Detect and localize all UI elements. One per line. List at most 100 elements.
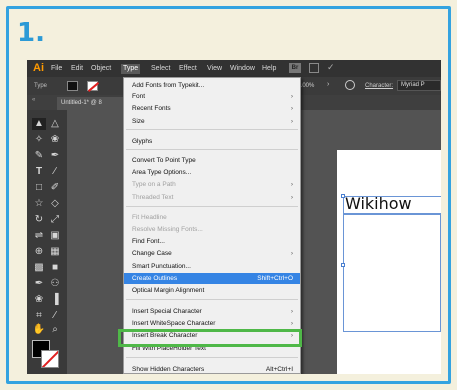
hand-tool-icon[interactable]: ✋ bbox=[32, 324, 46, 336]
type-tool-icon[interactable]: T bbox=[32, 166, 46, 178]
menu-window[interactable]: Window bbox=[230, 65, 255, 72]
gradient-tool-icon[interactable]: ■ bbox=[48, 262, 62, 274]
brush-icon[interactable]: ✓ bbox=[327, 62, 337, 72]
menu-item-label: Fit Headline bbox=[132, 214, 167, 221]
document-tab[interactable]: Untitled-1* @ 8 bbox=[57, 97, 127, 110]
type-menu-item: Threaded Text › bbox=[124, 192, 300, 203]
menu-item-label: Insert WhiteSpace Character bbox=[132, 320, 216, 327]
type-menu-item[interactable]: Convert To Point Type bbox=[124, 155, 300, 166]
submenu-arrow-icon: › bbox=[290, 320, 293, 327]
slice-tool-icon[interactable]: ∕ bbox=[48, 310, 62, 322]
control-bar-label: Type bbox=[34, 83, 48, 89]
blend-tool-icon[interactable]: ⚇ bbox=[48, 278, 62, 290]
font-field[interactable]: Myriad P bbox=[397, 80, 441, 91]
type-menu-item[interactable]: Add Fonts from Typekit... bbox=[124, 80, 300, 91]
menu-separator bbox=[126, 206, 298, 207]
pen-tool-icon[interactable]: ✎ bbox=[32, 150, 46, 162]
menu-item-label: Size bbox=[132, 118, 145, 125]
collapse-icon[interactable]: « bbox=[32, 97, 35, 103]
menu-view[interactable]: View bbox=[207, 65, 222, 72]
submenu-arrow-icon: › bbox=[290, 308, 293, 315]
curvature-tool-icon[interactable]: ✒ bbox=[48, 150, 62, 162]
type-menu-item[interactable]: Insert Special Character › bbox=[124, 306, 300, 317]
paintbrush-tool-icon[interactable]: ✐ bbox=[48, 182, 62, 194]
globe-icon[interactable] bbox=[345, 80, 355, 90]
bridge-icon[interactable]: Br bbox=[289, 63, 301, 73]
direct-selection-tool-icon[interactable]: △ bbox=[48, 118, 62, 130]
menu-item-label: Convert To Point Type bbox=[132, 157, 196, 164]
menu-bar: Ai File Edit Object Type Select Effect V… bbox=[27, 60, 441, 77]
type-menu-item: Fit Headline bbox=[124, 212, 300, 223]
scale-tool-icon[interactable]: ⤢ bbox=[48, 214, 62, 226]
stroke-color-icon[interactable] bbox=[41, 350, 59, 368]
menu-item-label: Font bbox=[132, 93, 146, 100]
selection-handle[interactable] bbox=[341, 263, 345, 267]
lasso-tool-icon[interactable]: ❀ bbox=[48, 134, 62, 146]
menu-effect[interactable]: Effect bbox=[179, 65, 197, 72]
selection-tool-icon[interactable]: ▲ bbox=[32, 118, 46, 130]
type-menu-item[interactable]: Find Font... bbox=[124, 236, 300, 247]
menu-separator bbox=[126, 357, 298, 358]
workspace-grid-icon[interactable] bbox=[309, 63, 319, 73]
menu-object[interactable]: Object bbox=[91, 65, 111, 72]
fill-swatch-icon[interactable] bbox=[67, 81, 78, 91]
menu-edit[interactable]: Edit bbox=[71, 65, 83, 72]
type-menu-item[interactable]: Smart Punctuation... bbox=[124, 261, 300, 272]
submenu-arrow-icon: › bbox=[290, 93, 293, 100]
canvas-text[interactable]: Wikihow bbox=[345, 194, 412, 213]
menu-help[interactable]: Help bbox=[262, 65, 276, 72]
line-tool-icon[interactable]: ∕ bbox=[48, 166, 62, 178]
menu-item-label: Threaded Text bbox=[132, 194, 174, 201]
eraser-tool-icon[interactable]: ◇ bbox=[48, 198, 62, 210]
menu-item-label: Optical Margin Alignment bbox=[132, 287, 205, 294]
width-tool-icon[interactable]: ⇌ bbox=[32, 230, 46, 242]
character-label[interactable]: Character: bbox=[365, 83, 393, 89]
menu-separator bbox=[126, 149, 298, 150]
stroke-swatch-icon[interactable] bbox=[87, 81, 98, 91]
zoom-level[interactable]: 100% bbox=[299, 83, 314, 89]
type-menu-item[interactable]: Recent Fonts › bbox=[124, 103, 300, 114]
magic-wand-tool-icon[interactable]: ✧ bbox=[32, 134, 46, 146]
illustrator-logo-icon: Ai bbox=[33, 62, 44, 74]
menu-file[interactable]: File bbox=[51, 65, 62, 72]
menu-item-label: Show Hidden Characters bbox=[132, 366, 205, 373]
menu-item-label: Find Font... bbox=[132, 238, 165, 245]
type-menu-item[interactable]: Area Type Options... bbox=[124, 167, 300, 178]
column-graph-tool-icon[interactable]: ▐ bbox=[48, 294, 62, 306]
rectangle-tool-icon[interactable]: □ bbox=[32, 182, 46, 194]
free-transform-tool-icon[interactable]: ▣ bbox=[48, 230, 62, 242]
type-menu-item[interactable]: Font › bbox=[124, 91, 300, 102]
chevron-right-icon[interactable]: › bbox=[327, 81, 329, 88]
shaper-tool-icon[interactable]: ☆ bbox=[32, 198, 46, 210]
menu-item-label: Type on a Path bbox=[132, 181, 176, 188]
menu-item-label: Create Outlines bbox=[132, 275, 178, 282]
menu-item-shortcut: Shift+Ctrl+O bbox=[257, 275, 293, 282]
artboard-tool-icon[interactable]: ⌗ bbox=[32, 310, 46, 322]
type-menu-item[interactable]: Insert WhiteSpace Character › bbox=[124, 318, 300, 329]
menu-item-label: Area Type Options... bbox=[132, 169, 192, 176]
type-menu-item[interactable]: Show Hidden Characters Alt+Ctrl+I bbox=[124, 364, 300, 374]
menu-item-label: Smart Punctuation... bbox=[132, 263, 191, 270]
eyedropper-tool-icon[interactable]: ✒ bbox=[32, 278, 46, 290]
rotate-tool-icon[interactable]: ↻ bbox=[32, 214, 46, 226]
zoom-tool-icon[interactable]: ⌕ bbox=[48, 324, 62, 336]
mesh-tool-icon[interactable]: ▩ bbox=[32, 262, 46, 274]
submenu-arrow-icon: › bbox=[290, 105, 293, 112]
step-number: 1. bbox=[17, 18, 45, 48]
type-menu-item[interactable]: Size › bbox=[124, 116, 300, 127]
menu-select[interactable]: Select bbox=[151, 65, 170, 72]
perspective-grid-tool-icon[interactable]: ▦ bbox=[48, 246, 62, 258]
menu-type[interactable]: Type bbox=[121, 64, 141, 74]
text-frame-outline bbox=[343, 214, 441, 332]
type-menu-item[interactable]: Glyphs bbox=[124, 136, 300, 147]
submenu-arrow-icon: › bbox=[290, 181, 293, 188]
type-menu-item[interactable]: Change Case › bbox=[124, 248, 300, 259]
shape-builder-tool-icon[interactable]: ⊕ bbox=[32, 246, 46, 258]
menu-separator bbox=[126, 299, 298, 300]
type-menu-item[interactable]: Optical Margin Alignment bbox=[124, 285, 300, 296]
illustrator-screenshot: Ai File Edit Object Type Select Effect V… bbox=[27, 60, 441, 374]
menu-item-label: Insert Special Character bbox=[132, 308, 202, 315]
highlight-annotation bbox=[118, 329, 302, 347]
symbol-sprayer-tool-icon[interactable]: ❀ bbox=[32, 294, 46, 306]
type-menu-item[interactable]: Create Outlines Shift+Ctrl+O bbox=[124, 273, 300, 284]
